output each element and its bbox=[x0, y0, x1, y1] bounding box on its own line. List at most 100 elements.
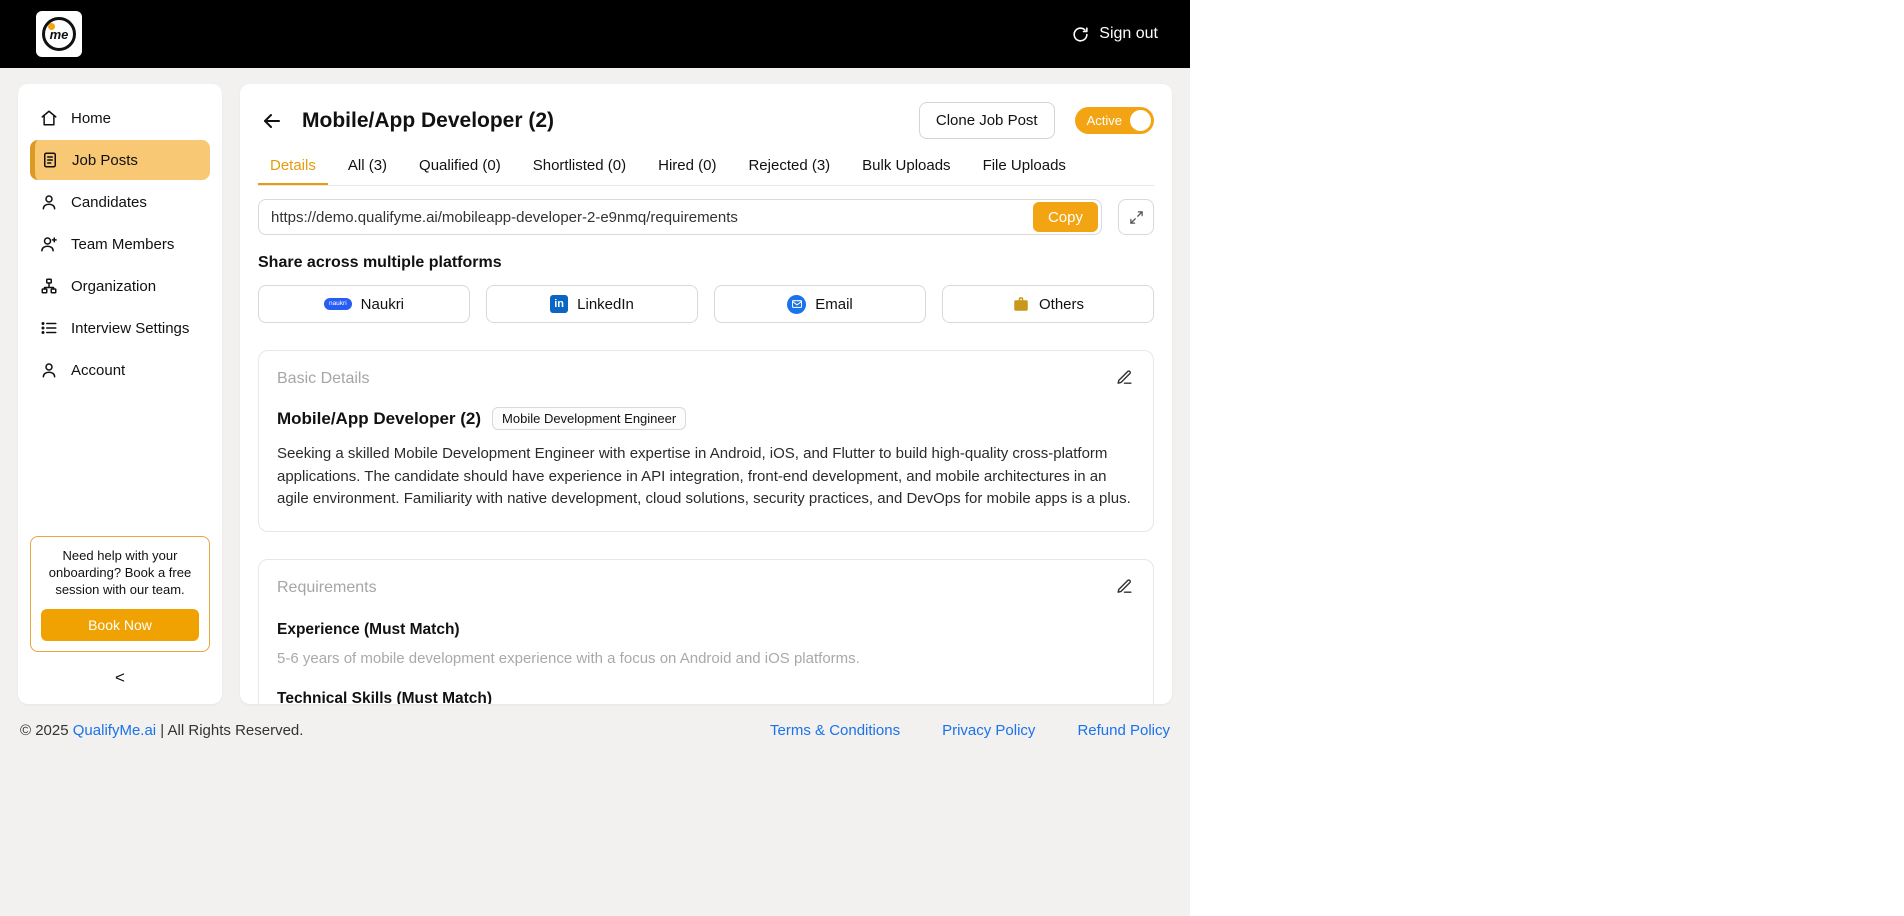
requirement-text: 5-6 years of mobile development experien… bbox=[277, 649, 860, 667]
terms-link[interactable]: Terms & Conditions bbox=[770, 722, 900, 739]
copyright-suffix: | All Rights Reserved. bbox=[156, 722, 304, 739]
requirement-title: Experience (Must Match) bbox=[277, 620, 460, 638]
share-url-input[interactable] bbox=[271, 208, 1033, 226]
share-naukri-button[interactable]: naukri Naukri bbox=[258, 285, 470, 323]
tab-all[interactable]: All (3) bbox=[336, 147, 399, 185]
job-title-row: Mobile/App Developer (2) Mobile Developm… bbox=[277, 407, 1135, 430]
page-title: Mobile/App Developer (2) bbox=[302, 108, 555, 132]
sidebar-collapse-button[interactable]: < bbox=[115, 668, 125, 688]
header-actions: Clone Job Post Active bbox=[918, 102, 1154, 139]
app-window: me Sign out Home Job Posts Candidates Te… bbox=[0, 0, 1190, 916]
tab-shortlisted[interactable]: Shortlisted (0) bbox=[521, 147, 638, 185]
signout-button[interactable]: Sign out bbox=[1071, 25, 1158, 44]
copy-button[interactable]: Copy bbox=[1032, 202, 1098, 232]
sidebar-item-label: Candidates bbox=[71, 193, 147, 211]
tab-bulk-uploads[interactable]: Bulk Uploads bbox=[850, 147, 962, 185]
sidebar-item-team-members[interactable]: Team Members bbox=[30, 224, 210, 264]
expand-url-button[interactable] bbox=[1118, 199, 1154, 235]
requirements-card: Requirements Experience (Must Match) 5-6… bbox=[258, 558, 1154, 704]
platform-label: LinkedIn bbox=[577, 295, 634, 313]
naukri-icon: naukri bbox=[323, 297, 352, 311]
share-url-row: Copy bbox=[258, 199, 1154, 235]
toggle-knob bbox=[1130, 110, 1151, 131]
sidebar-item-label: Interview Settings bbox=[71, 319, 190, 337]
org-chart-icon bbox=[41, 278, 57, 294]
logo-circle-icon: me bbox=[42, 17, 76, 51]
sidebar-item-label: Home bbox=[71, 109, 112, 127]
basic-details-header: Basic Details bbox=[277, 367, 1135, 391]
back-button[interactable] bbox=[258, 107, 286, 135]
sidebar-item-label: Account bbox=[71, 361, 126, 379]
content-area: Home Job Posts Candidates Team Members O… bbox=[0, 68, 1190, 704]
platform-label: Others bbox=[1038, 295, 1084, 313]
toggle-label: Active bbox=[1086, 113, 1122, 128]
edit-requirements-button[interactable] bbox=[1114, 576, 1135, 600]
requirements-header: Requirements bbox=[277, 576, 1135, 600]
sidebar-item-candidates[interactable]: Candidates bbox=[30, 182, 210, 222]
footer-links: Terms & Conditions Privacy Policy Refund… bbox=[770, 722, 1170, 739]
briefcase-icon bbox=[1014, 297, 1028, 311]
share-platforms-heading: Share across multiple platforms bbox=[258, 254, 502, 271]
copyright-text: © 2025 QualifyMe.ai | All Rights Reserve… bbox=[20, 722, 303, 739]
tab-file-uploads[interactable]: File Uploads bbox=[971, 147, 1078, 185]
pencil-icon bbox=[1117, 370, 1132, 384]
home-icon bbox=[41, 110, 57, 126]
job-role-badge: Mobile Development Engineer bbox=[492, 407, 687, 430]
share-platform-buttons: naukri Naukri in LinkedIn Email Others bbox=[258, 285, 1154, 323]
main-panel: Mobile/App Developer (2) Clone Job Post … bbox=[240, 84, 1172, 704]
sidebar-item-account[interactable]: Account bbox=[30, 350, 210, 390]
app-logo[interactable]: me bbox=[36, 11, 82, 57]
tab-rejected[interactable]: Rejected (3) bbox=[736, 147, 842, 185]
copyright-prefix: © 2025 bbox=[20, 722, 73, 739]
book-now-button[interactable]: Book Now bbox=[41, 609, 199, 641]
share-email-button[interactable]: Email bbox=[714, 285, 926, 323]
help-text: Need help with your onboarding? Book a f… bbox=[48, 548, 192, 598]
active-status-toggle[interactable]: Active bbox=[1074, 107, 1154, 134]
person-star-icon bbox=[41, 237, 57, 252]
basic-details-card: Basic Details Mobile/App Developer (2) M… bbox=[258, 350, 1154, 532]
list-icon bbox=[41, 322, 57, 334]
email-icon bbox=[787, 294, 807, 314]
brand-link[interactable]: QualifyMe.ai bbox=[73, 722, 156, 739]
share-url-field: Copy bbox=[258, 199, 1102, 235]
tab-qualified[interactable]: Qualified (0) bbox=[407, 147, 513, 185]
share-linkedin-button[interactable]: in LinkedIn bbox=[486, 285, 698, 323]
platform-label: Email bbox=[815, 295, 853, 313]
sidebar-item-interview-settings[interactable]: Interview Settings bbox=[30, 308, 210, 348]
requirement-title: Technical Skills (Must Match) bbox=[277, 690, 493, 704]
document-icon bbox=[44, 152, 56, 168]
privacy-link[interactable]: Privacy Policy bbox=[942, 722, 1035, 739]
expand-icon bbox=[1129, 210, 1143, 224]
sidebar-item-label: Job Posts bbox=[72, 151, 138, 169]
tab-hired[interactable]: Hired (0) bbox=[646, 147, 728, 185]
sidebar-item-label: Organization bbox=[71, 277, 157, 295]
sidebar-item-job-posts[interactable]: Job Posts bbox=[30, 140, 210, 180]
sidebar-item-home[interactable]: Home bbox=[30, 98, 210, 138]
pencil-icon bbox=[1117, 578, 1132, 593]
logo-text: me bbox=[49, 26, 69, 42]
signout-label: Sign out bbox=[1099, 25, 1158, 42]
share-others-button[interactable]: Others bbox=[942, 285, 1154, 323]
job-header: Mobile/App Developer (2) Clone Job Post … bbox=[258, 102, 1154, 139]
topbar: me Sign out bbox=[0, 0, 1190, 68]
linkedin-icon: in bbox=[550, 295, 569, 313]
requirements-heading: Requirements bbox=[277, 578, 377, 596]
job-description: Seeking a skilled Mobile Development Eng… bbox=[277, 445, 1131, 507]
job-title: Mobile/App Developer (2) bbox=[277, 408, 482, 428]
sidebar-item-label: Team Members bbox=[71, 235, 175, 253]
edit-basic-details-button[interactable] bbox=[1114, 367, 1135, 391]
footer: © 2025 QualifyMe.ai | All Rights Reserve… bbox=[0, 704, 1190, 739]
back-arrow-icon bbox=[264, 113, 280, 128]
tab-details[interactable]: Details bbox=[258, 147, 328, 185]
platform-label: Naukri bbox=[360, 295, 405, 313]
onboarding-help-box: Need help with your onboarding? Book a f… bbox=[30, 536, 210, 652]
refund-link[interactable]: Refund Policy bbox=[1077, 722, 1170, 739]
sidebar-item-organization[interactable]: Organization bbox=[30, 266, 210, 306]
job-tabs: Details All (3) Qualified (0) Shortliste… bbox=[258, 147, 1154, 186]
person-icon bbox=[42, 363, 56, 378]
basic-details-heading: Basic Details bbox=[277, 370, 370, 387]
clone-job-post-button[interactable]: Clone Job Post bbox=[918, 102, 1055, 139]
person-icon bbox=[42, 195, 56, 210]
signout-icon bbox=[1073, 26, 1088, 42]
sidebar: Home Job Posts Candidates Team Members O… bbox=[18, 84, 222, 704]
